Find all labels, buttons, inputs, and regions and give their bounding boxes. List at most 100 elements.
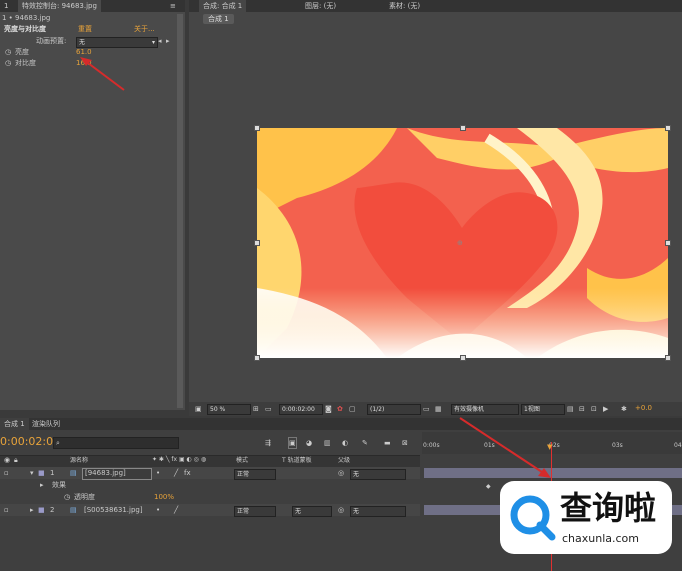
stopwatch-icon[interactable]: ◷ (5, 58, 11, 68)
transform-handle[interactable] (665, 355, 671, 361)
switches-icons: ✦ ✱ ╲ fx ▣ ◐ ◎ ◍ (152, 456, 207, 463)
stopwatch-icon[interactable]: ◷ (64, 492, 70, 502)
panel-menu-icon[interactable]: ≡ (170, 1, 176, 11)
timeline-icon[interactable]: ⊡ (591, 404, 597, 414)
transform-handle[interactable] (665, 125, 671, 131)
mask-icon[interactable]: ▭ (265, 404, 272, 414)
current-time-field[interactable]: 0:00:02:00 (279, 404, 323, 415)
footage-icon: ▤ (70, 469, 77, 477)
layer-parent-dropdown[interactable]: 无 (350, 469, 406, 480)
brainstorm-icon[interactable]: ✎ (362, 438, 368, 448)
grid-icon[interactable]: ⊞ (253, 404, 259, 414)
eye-icon[interactable]: ◉ (4, 455, 10, 465)
transform-handle[interactable] (665, 240, 671, 246)
flowchart-icon[interactable]: ⊟ (579, 404, 585, 414)
tab-composition[interactable]: 合成: 合成 1 (199, 0, 247, 12)
transform-handle[interactable] (460, 355, 466, 361)
layer-search-input[interactable]: ⌕ (53, 437, 179, 449)
layer-mode-dropdown[interactable]: 正常 (234, 506, 276, 517)
fx-switch[interactable]: fx (184, 468, 191, 478)
layer-duration-bar[interactable] (424, 468, 682, 478)
shy-switch[interactable]: • (156, 505, 160, 515)
graph-editor-icon[interactable]: ▬ (384, 438, 391, 448)
tab-footage[interactable]: 素材: (无) (385, 0, 424, 12)
graph-icon[interactable]: ⊠ (402, 438, 408, 448)
color-channel-icon[interactable]: ✿ (337, 404, 343, 414)
layer-switch-box[interactable]: ▫ (4, 505, 9, 515)
contrast-label: 对比度 (15, 59, 36, 67)
pickwhip-icon[interactable]: ◎ (338, 468, 344, 478)
footage-icon: ▤ (70, 506, 77, 514)
effect-reset-link[interactable]: 重置 (78, 24, 92, 35)
layer-switch-box[interactable]: ▫ (4, 468, 9, 478)
layer-parent-dropdown[interactable]: 无 (350, 506, 406, 517)
region-icon[interactable]: ▢ (349, 404, 356, 414)
tab-effect-controls[interactable]: 特效控制台: 94683.jpg (18, 0, 101, 12)
preset-next-icon[interactable]: ▸ (166, 36, 170, 46)
transparency-grid-icon[interactable]: ▦ (435, 404, 442, 414)
hide-shy-icon[interactable]: ◕ (306, 438, 312, 448)
frame-blending-icon[interactable]: ▥ (324, 438, 331, 448)
roi-icon[interactable]: ▭ (423, 404, 430, 414)
fast-preview-icon[interactable]: ▶ (603, 404, 608, 414)
quality-switch[interactable]: ╱ (174, 505, 178, 515)
comp-mini-flowchart-icon[interactable]: ⇶ (265, 438, 271, 448)
ruler-tick-label: 0:00s (423, 442, 440, 449)
label-color-swatch[interactable]: ■ (38, 505, 45, 515)
col-source-name[interactable]: 源名称 (70, 455, 88, 466)
contrast-value[interactable]: 16.0 (76, 58, 92, 69)
camera-icon[interactable]: ◙ (325, 404, 332, 414)
magnify-icon[interactable]: ▣ (195, 404, 202, 414)
playhead-handle-icon[interactable]: ▼ (547, 442, 552, 452)
transform-handle[interactable] (254, 125, 260, 131)
ruler-tick-label: 01s (484, 442, 495, 449)
resolution-dropdown[interactable]: (1/2) (367, 404, 421, 415)
draft-3d-icon[interactable]: ▣ (288, 437, 297, 449)
layer-trkmat-dropdown[interactable]: 无 (292, 506, 332, 517)
brightness-value[interactable]: 61.0 (76, 47, 92, 58)
zoom-dropdown[interactable]: 50 % (207, 404, 251, 415)
tab-render-queue[interactable]: 渲染队列 (28, 418, 64, 430)
search-icon: ⌕ (56, 439, 60, 447)
exposure-value[interactable]: +0.0 (635, 403, 652, 414)
shy-switch[interactable]: • (156, 468, 160, 478)
layer-number: 2 (50, 506, 55, 514)
transform-handle[interactable] (254, 240, 260, 246)
effect-about-link[interactable]: 关于... (134, 24, 155, 35)
col-trkmat[interactable]: T 轨道蒙板 (282, 455, 312, 466)
col-parent[interactable]: 父级 (338, 455, 350, 466)
col-mode[interactable]: 模式 (236, 455, 248, 466)
timeline-timecode[interactable]: 0:00:02:00 (0, 435, 60, 449)
expand-arrow-icon[interactable]: ▾ (30, 468, 34, 478)
layer-mode-dropdown[interactable]: 正常 (234, 469, 276, 480)
layer-name-field[interactable]: [94683.jpg] (82, 468, 152, 480)
preset-prev-icon[interactable]: ◂ (158, 36, 162, 46)
comp-subtab[interactable]: 合成 1 (203, 14, 234, 24)
lock-icon[interactable]: 🔒︎ (14, 455, 18, 465)
motion-blur-icon[interactable]: ◐ (342, 438, 348, 448)
layer-name[interactable]: [S00538631.jpg] (84, 505, 143, 516)
camera-dropdown[interactable]: 有效摄像机 (451, 404, 519, 415)
keyframe-icon[interactable]: ◆ (486, 482, 491, 492)
transform-handle[interactable] (254, 355, 260, 361)
views-dropdown[interactable]: 1视图 (521, 404, 565, 415)
label-color-swatch[interactable]: ■ (38, 468, 45, 478)
pickwhip-icon[interactable]: ◎ (338, 505, 344, 515)
opacity-value[interactable]: 100% (154, 492, 174, 503)
animation-preset-label: 动画预置: (36, 37, 67, 45)
panel-number: 1 (4, 2, 9, 10)
stopwatch-icon[interactable]: ◷ (5, 47, 11, 57)
expand-arrow-icon[interactable]: ▸ (40, 480, 44, 490)
transform-handle[interactable] (460, 125, 466, 131)
quality-switch[interactable]: ╱ (174, 468, 178, 478)
effect-panel-scrollbar[interactable] (177, 14, 183, 408)
reset-exposure-icon[interactable]: ✱ (621, 404, 627, 414)
tab-timeline-comp[interactable]: 合成 1 (0, 418, 29, 430)
effect-name[interactable]: 亮度与对比度 (4, 24, 46, 35)
anchor-point-icon[interactable]: ⊕ (457, 238, 463, 248)
chevron-down-icon: ▾ (151, 39, 155, 46)
tab-layer[interactable]: 图层: (无) (301, 0, 340, 12)
effects-label[interactable]: 效果 (52, 480, 66, 491)
toggle-pixel-icon[interactable]: ▤ (567, 404, 574, 414)
expand-arrow-icon[interactable]: ▸ (30, 505, 34, 515)
